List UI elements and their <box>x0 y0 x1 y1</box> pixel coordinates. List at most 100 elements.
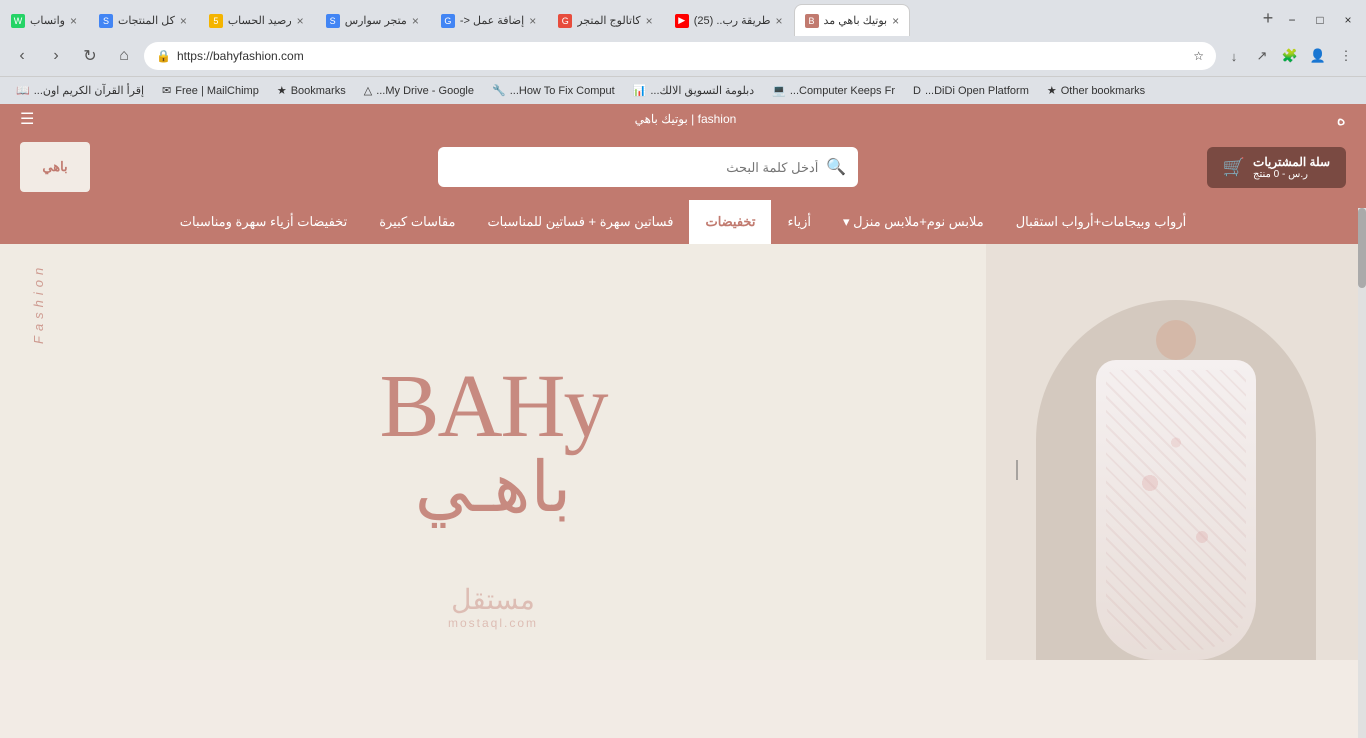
toolbar-icons: ↓ ↗ 🧩 👤 ⋮ <box>1222 44 1358 68</box>
website-content: ☰ بوتيك باهي | fashion ﻩ سلة المشتريات ر… <box>0 104 1366 738</box>
bookmarks-bar: 📖 إقرأ القرآن الكريم اون... ✉Free | MailCh… <box>0 76 1366 104</box>
browser-tab-tab-whatsapp[interactable]: Wواتساب× <box>0 4 88 36</box>
browser-tab-tab-store[interactable]: Sمتجر سوارس× <box>315 4 430 36</box>
tab-close-tab-balance[interactable]: × <box>297 14 304 28</box>
nav-item-فساتين-سهرة-+-فساتين[interactable]: فساتين سهرة + فساتين للمناسبات <box>471 200 689 244</box>
tab-favicon-tab-add-work: G <box>441 14 455 28</box>
hero-section: Fashion BAHy باهـي مستقل mostaql.com <box>0 244 1366 660</box>
hero-model <box>1056 280 1296 660</box>
nav-item-أزياء[interactable]: أزياء <box>771 200 827 244</box>
lock-icon: 🔒 <box>156 49 171 63</box>
forward-button[interactable]: › <box>42 42 70 70</box>
site-top-bar: ☰ بوتيك باهي | fashion ﻩ <box>0 104 1366 134</box>
bookmark-my-drive---google...[interactable]: △My Drive - Google... <box>356 82 482 99</box>
top-bar-menu-icon[interactable]: ☰ <box>20 109 34 129</box>
nav-item-مقاسات-كبيرة[interactable]: مقاسات كبيرة <box>363 200 471 244</box>
site-header: سلة المشتريات ر.س - 0 منتج 🛒 🔍 باهي <box>0 134 1366 200</box>
menu-icon[interactable]: ⋮ <box>1334 44 1358 68</box>
hero-logo-english: BAHy <box>379 362 606 452</box>
bookmark-label: My Drive - Google... <box>376 85 474 97</box>
cart-icon: 🛒 <box>1223 157 1245 178</box>
profile-icon[interactable]: 👤 <box>1306 44 1330 68</box>
scrollbar[interactable] <box>1358 208 1366 738</box>
bookmark-favicon: ★ <box>277 84 287 97</box>
maximize-button[interactable]: □ <box>1310 13 1330 27</box>
nav-item-ملابس-نوم+ملابس-منزل[interactable]: ملابس نوم+ملابس منزل ▾ <box>827 200 1000 244</box>
minimize-button[interactable]: − <box>1282 13 1302 27</box>
close-button[interactable]: × <box>1338 13 1358 27</box>
bookmark-favicon: ★ <box>1047 84 1057 97</box>
search-bar[interactable]: 🔍 <box>438 147 858 187</box>
tab-label-tab-catalog: كاتالوج المتجر <box>577 14 640 27</box>
logo-text: باهي <box>42 159 67 175</box>
nav-item-تخفيضات-أزياء-سهرة-و[interactable]: تخفيضات أزياء سهرة ومناسبات <box>164 200 363 244</box>
tab-close-tab-store[interactable]: × <box>412 14 419 28</box>
browser-tab-tab-youtube[interactable]: ▶ طريقة رب.. (25) × <box>664 4 794 36</box>
top-bar-right-icon: ﻩ <box>1337 109 1346 130</box>
tab-label-tab-bahy: بوتيك باهي مد <box>824 14 888 27</box>
browser-tab-tab-catalog[interactable]: Gكاتالوج المتجر× <box>547 4 663 36</box>
download-icon[interactable]: ↓ <box>1222 44 1246 68</box>
top-bar-text: بوتيك باهي | fashion <box>635 112 737 126</box>
bookmark-how-to-fix-comput...[interactable]: 🔧How To Fix Comput... <box>484 82 623 99</box>
hero-content: Fashion BAHy باهـي مستقل mostaql.com <box>0 244 986 660</box>
tab-close-tab-bahy[interactable]: × <box>892 14 899 28</box>
tab-label-tab-store: متجر سوارس <box>345 14 407 27</box>
bookmark-favicon: D <box>913 85 921 97</box>
hero-fashion-text: Fashion <box>31 263 46 344</box>
site-logo[interactable]: باهي <box>20 142 90 192</box>
nav-item-تخفيضات[interactable]: تخفيضات <box>689 200 771 244</box>
scrollbar-thumb[interactable] <box>1358 208 1366 288</box>
bookmark-إقرأ-القرآن-الكريم-اون...[interactable]: 📖 إقرأ القرآن الكريم اون... <box>8 82 152 99</box>
url-bar[interactable]: 🔒 https://bahyfashion.com ☆ <box>144 42 1216 70</box>
hero-image-area <box>986 244 1366 660</box>
search-input[interactable] <box>450 160 818 175</box>
cart-sub: ر.س - 0 منتج <box>1253 169 1308 180</box>
bookmark-label: دبلومة التسويق الالك... <box>650 84 754 97</box>
watermark-latin: mostaql.com <box>448 616 538 630</box>
bookmark-free-|-mailchimp[interactable]: ✉Free | MailChimp <box>154 82 267 99</box>
bookmark-favicon: 💻 <box>772 84 786 97</box>
bookmark-computer-keeps-fr...[interactable]: 💻 Computer Keeps Fr... <box>764 82 903 99</box>
tab-label-tab-whatsapp: واتساب <box>30 14 65 27</box>
nav-item-أرواب-وبيجامات+أرواب[interactable]: أرواب وبيجامات+أرواب استقبال <box>1000 200 1203 244</box>
bookmark-label: إقرأ القرآن الكريم اون... <box>34 84 144 97</box>
new-tab-button[interactable]: + <box>1254 4 1282 32</box>
share-icon[interactable]: ↗ <box>1250 44 1274 68</box>
browser-tab-tab-bahy[interactable]: B بوتيك باهي مد × <box>794 4 911 36</box>
hero-watermark: مستقل mostaql.com <box>448 583 538 630</box>
bookmark-didi-open-platform...[interactable]: DDiDi Open Platform... <box>905 83 1037 99</box>
back-button[interactable]: ‹ <box>8 42 36 70</box>
tab-close-tab-products[interactable]: × <box>180 14 187 28</box>
cart-button[interactable]: سلة المشتريات ر.س - 0 منتج 🛒 <box>1207 147 1346 188</box>
tab-favicon-tab-products: S <box>99 14 113 28</box>
address-bar: ‹ › ↻ ⌂ 🔒 https://bahyfashion.com ☆ ↓ ↗ … <box>0 36 1366 76</box>
extensions-icon[interactable]: 🧩 <box>1278 44 1302 68</box>
bookmark-label: Computer Keeps Fr... <box>790 85 895 97</box>
bookmark-label: How To Fix Comput... <box>510 85 615 97</box>
browser-tab-tab-products[interactable]: Sكل المنتجات× <box>88 4 198 36</box>
bookmark-favicon: 📖 <box>16 84 30 97</box>
tab-favicon-tab-bahy: B <box>805 14 819 28</box>
star-icon[interactable]: ☆ <box>1193 49 1204 63</box>
tab-label-tab-add-work: إضافة عمل <- <box>460 14 524 27</box>
bookmark-other-bookmarks[interactable]: ★Other bookmarks <box>1039 82 1153 99</box>
tab-close-tab-youtube[interactable]: × <box>776 14 783 28</box>
window-controls: − □ × <box>1282 4 1366 36</box>
tab-label-tab-youtube: طريقة رب.. (25) <box>694 14 771 27</box>
bookmark-دبلومة-التسويق-الالك...[interactable]: 📊دبلومة التسويق الالك... <box>625 82 762 99</box>
cursor-indicator <box>1016 460 1018 480</box>
tab-close-tab-add-work[interactable]: × <box>529 14 536 28</box>
bookmark-favicon: 📊 <box>633 84 647 97</box>
tab-close-tab-whatsapp[interactable]: × <box>70 14 77 28</box>
browser-frame: Wواتساب×Sكل المنتجات×5رصيد الحساب×Sمتجر … <box>0 0 1366 104</box>
tab-close-tab-catalog[interactable]: × <box>646 14 653 28</box>
browser-tab-tab-add-work[interactable]: G إضافة عمل <- × <box>430 4 547 36</box>
tab-favicon-tab-youtube: ▶ <box>675 14 689 28</box>
home-button[interactable]: ⌂ <box>110 42 138 70</box>
site-navigation: أرواب وبيجامات+أرواب استقبالملابس نوم+مل… <box>0 200 1366 244</box>
reload-button[interactable]: ↻ <box>76 42 104 70</box>
browser-tab-tab-balance[interactable]: 5رصيد الحساب× <box>198 4 315 36</box>
hero-logo-arabic: باهـي <box>415 452 572 522</box>
bookmark-bookmarks[interactable]: ★Bookmarks <box>269 82 354 99</box>
